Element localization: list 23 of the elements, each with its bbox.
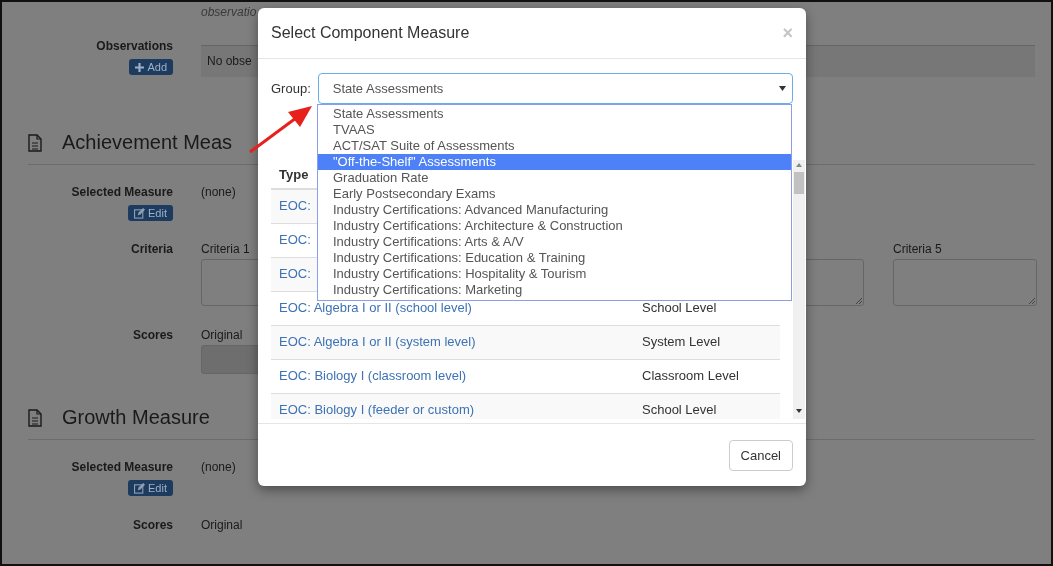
group-label: Group: [271, 81, 311, 96]
field-label: Scores [132, 518, 173, 532]
note-text: observatio [201, 6, 258, 21]
table-cell: System Level [642, 334, 721, 349]
criteria-label: Criteria 5 [893, 242, 942, 256]
score-label: Original [201, 328, 243, 342]
dialog-title: Select Component Measure [271, 24, 470, 42]
selected-measure-value: (none) [201, 185, 236, 199]
field-label: Selected Measure [71, 460, 173, 474]
table-cell: School Level [642, 402, 717, 417]
column-header: Type [279, 166, 309, 182]
field-label: Selected Measure [71, 185, 173, 199]
table-cell: Classroom Level [642, 368, 739, 383]
observations-text: No obse [207, 54, 252, 68]
section-title: Achievement Meas [62, 131, 233, 154]
field-label: Criteria [130, 242, 173, 256]
field-label: Scores [132, 328, 173, 342]
field-label: Observations [96, 39, 173, 53]
score-label: Original [201, 518, 243, 532]
criteria-label: Criteria 1 [201, 242, 250, 256]
selected-measure-value: (none) [201, 460, 236, 474]
table-cell: School Level [642, 300, 717, 315]
section-title: Growth Measure [62, 406, 210, 429]
